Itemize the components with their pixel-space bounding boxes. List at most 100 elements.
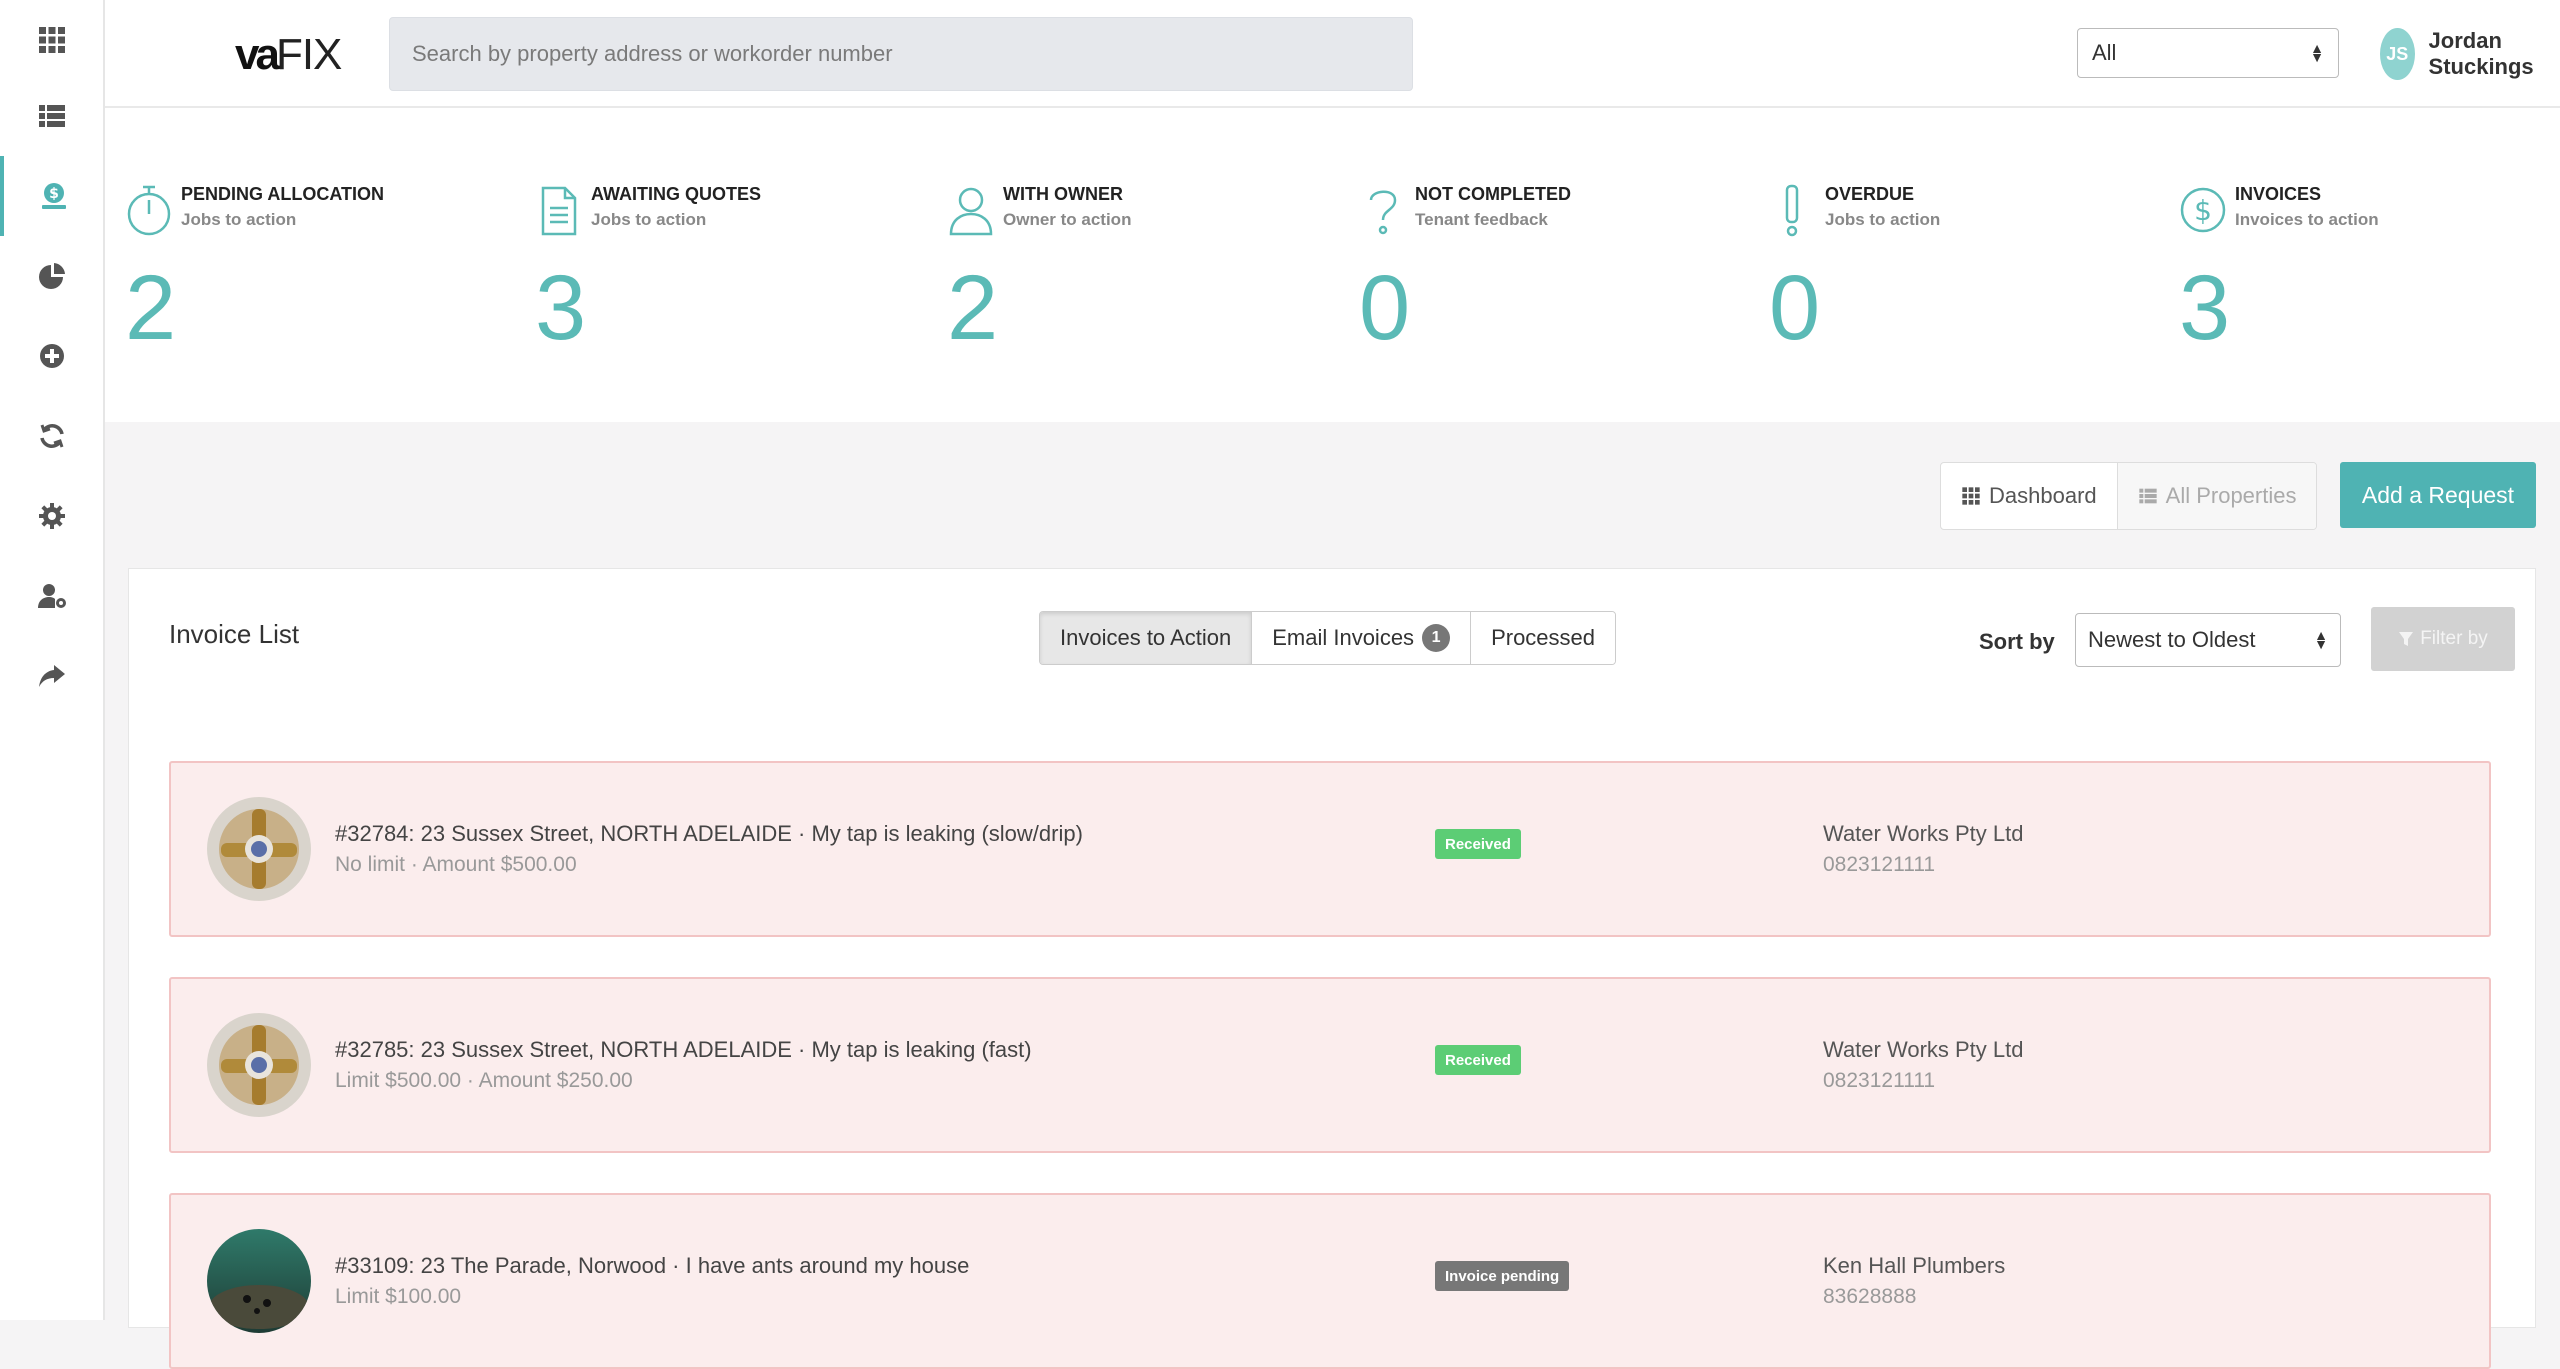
status-badge: Invoice pending [1435,1261,1570,1291]
user-settings-icon [37,584,66,608]
filter-icon [2399,632,2414,646]
tab-email-invoices[interactable]: Email Invoices 1 [1251,612,1471,664]
invoice-row[interactable]: #32784: 23 Sussex Street, NORTH ADELAIDE… [169,761,2491,937]
dollar-icon: $ [2180,187,2226,233]
status-badge: Received [1435,829,1521,859]
apps-grid-icon [38,27,65,53]
sidebar-item-list[interactable] [0,76,103,156]
stat-title: WITH OWNER [1003,184,1123,204]
stat-subtitle: Jobs to action [591,210,707,229]
exclamation-icon [1785,184,1799,237]
stat-title: AWAITING QUOTES [591,184,762,204]
user-icon [949,187,993,236]
sidebar-item-share[interactable] [0,636,103,716]
brand-logo[interactable]: vaFIX [235,30,342,80]
count-badge: 1 [1422,624,1451,652]
tab-label: Invoices to Action [1060,625,1232,650]
svg-text:$: $ [49,186,59,202]
stat-subtitle: Invoices to action [2235,210,2379,229]
view-toggle-group: Dashboard All Properties [1940,462,2318,530]
stat-count: 2 [947,257,999,359]
panel-title: Invoice List [169,619,300,649]
tap-photo-thumbnail [207,797,311,901]
tab-processed[interactable]: Processed [1470,612,1616,664]
all-properties-button-label: All Properties [2165,483,2297,508]
invoice-row[interactable]: #33109: 23 The Parade, Norwood · I have … [169,1193,2491,1369]
supplier-phone: 0823121111 [1823,853,1936,876]
sidebar-item-add[interactable] [0,316,103,396]
filter-button-label: Filter by [2420,628,2488,649]
stats-panel: PENDING ALLOCATION Jobs to action 2 AWAI… [105,108,2560,422]
sidebar-item-settings[interactable] [0,476,103,556]
user-name: Jordan Stuckings [2428,28,2534,79]
user-menu[interactable]: JS Jordan Stuckings ▼ [2380,28,2560,80]
sidebar-item-apps[interactable] [0,0,103,80]
supplier-name: Ken Hall Plumbers [1823,1253,2006,1278]
stat-subtitle: Jobs to action [181,210,297,229]
stat-count: 2 [125,257,177,359]
tab-label: Processed [1491,625,1596,650]
sidebar: $ [0,0,105,1320]
select-arrows-icon: ▲ ▼ [2314,627,2328,652]
sort-select-value: Newest to Oldest [2088,627,2256,652]
stat-subtitle: Tenant feedback [1415,210,1548,229]
tap-photo-thumbnail [207,1013,311,1117]
stat-count: 3 [535,257,587,359]
share-icon [38,665,65,687]
stat-subtitle: Jobs to action [1825,210,1941,229]
pie-chart-icon [38,263,65,289]
logo-text-light: FIX [275,30,342,79]
all-properties-button[interactable]: All Properties [2116,463,2317,529]
invoice-tabs: Invoices to Action Email Invoices 1 Proc… [1039,611,1617,665]
stopwatch-icon [127,185,171,236]
sort-label: Sort by [1979,629,2055,654]
supplier-phone: 83628888 [1823,1285,1917,1308]
top-header: vaFIX All ▲▼ JS Jordan Stuckings ▼ [105,0,2560,108]
invoice-amount-info: Limit $100.00 [335,1285,462,1308]
sidebar-item-reports[interactable] [0,236,103,316]
document-icon [541,186,577,236]
dashboard-button-label: Dashboard [1989,483,2097,508]
sidebar-item-refresh[interactable] [0,396,103,476]
invoice-amount-info: Limit $500.00 · Amount $250.00 [335,1069,633,1092]
invoice-amount-info: No limit · Amount $500.00 [335,853,577,876]
supplier-phone: 0823121111 [1823,1069,1936,1092]
tab-label: Email Invoices [1272,625,1415,650]
stat-title: OVERDUE [1825,184,1915,204]
invoice-title[interactable]: #33109: 23 The Parade, Norwood · I have … [335,1253,969,1279]
stat-title: NOT COMPLETED [1415,184,1571,204]
money-icon: $ [41,183,66,209]
gear-icon [38,503,65,529]
select-arrows-icon: ▲ ▼ [2310,40,2324,65]
apps-grid-icon [1962,487,1980,505]
tab-invoices-to-action[interactable]: Invoices to Action [1040,612,1252,664]
stat-count: 0 [1359,257,1411,359]
invoice-title[interactable]: #32785: 23 Sussex Street, NORTH ADELAIDE… [335,1037,1032,1063]
scope-select[interactable]: All ▲ ▼ [2077,28,2339,78]
stat-title: PENDING ALLOCATION [181,184,384,204]
status-badge: Received [1435,1045,1521,1075]
search-input[interactable] [410,40,1392,68]
refresh-icon [39,424,64,448]
list-icon [2138,488,2157,504]
scope-select-value: All [2092,40,2117,65]
sidebar-item-user-settings[interactable] [0,556,103,636]
search-box[interactable] [389,17,1413,91]
stat-subtitle: Owner to action [1003,210,1132,229]
list-icon [38,105,65,127]
invoice-title[interactable]: #32784: 23 Sussex Street, NORTH ADELAIDE… [335,821,1083,847]
add-circle-icon [39,344,64,368]
add-request-button[interactable]: Add a Request [2340,462,2536,528]
dashboard-button[interactable]: Dashboard [1941,463,2117,529]
svg-text:$: $ [2194,194,2212,227]
sidebar-item-invoices[interactable]: $ [0,156,103,236]
stat-count: 0 [1769,257,1821,359]
filter-button[interactable]: Filter by [2371,607,2515,671]
supplier-name: Water Works Pty Ltd [1823,821,2024,846]
stat-title: INVOICES [2235,184,2322,204]
invoice-row[interactable]: #32785: 23 Sussex Street, NORTH ADELAIDE… [169,977,2491,1153]
stat-count: 3 [2179,257,2231,359]
sort-select[interactable]: Newest to Oldest ▲ ▼ [2075,613,2341,667]
question-icon [1369,190,1397,235]
invoice-list-panel: Invoice List Invoices to Action Email In… [128,568,2536,1369]
